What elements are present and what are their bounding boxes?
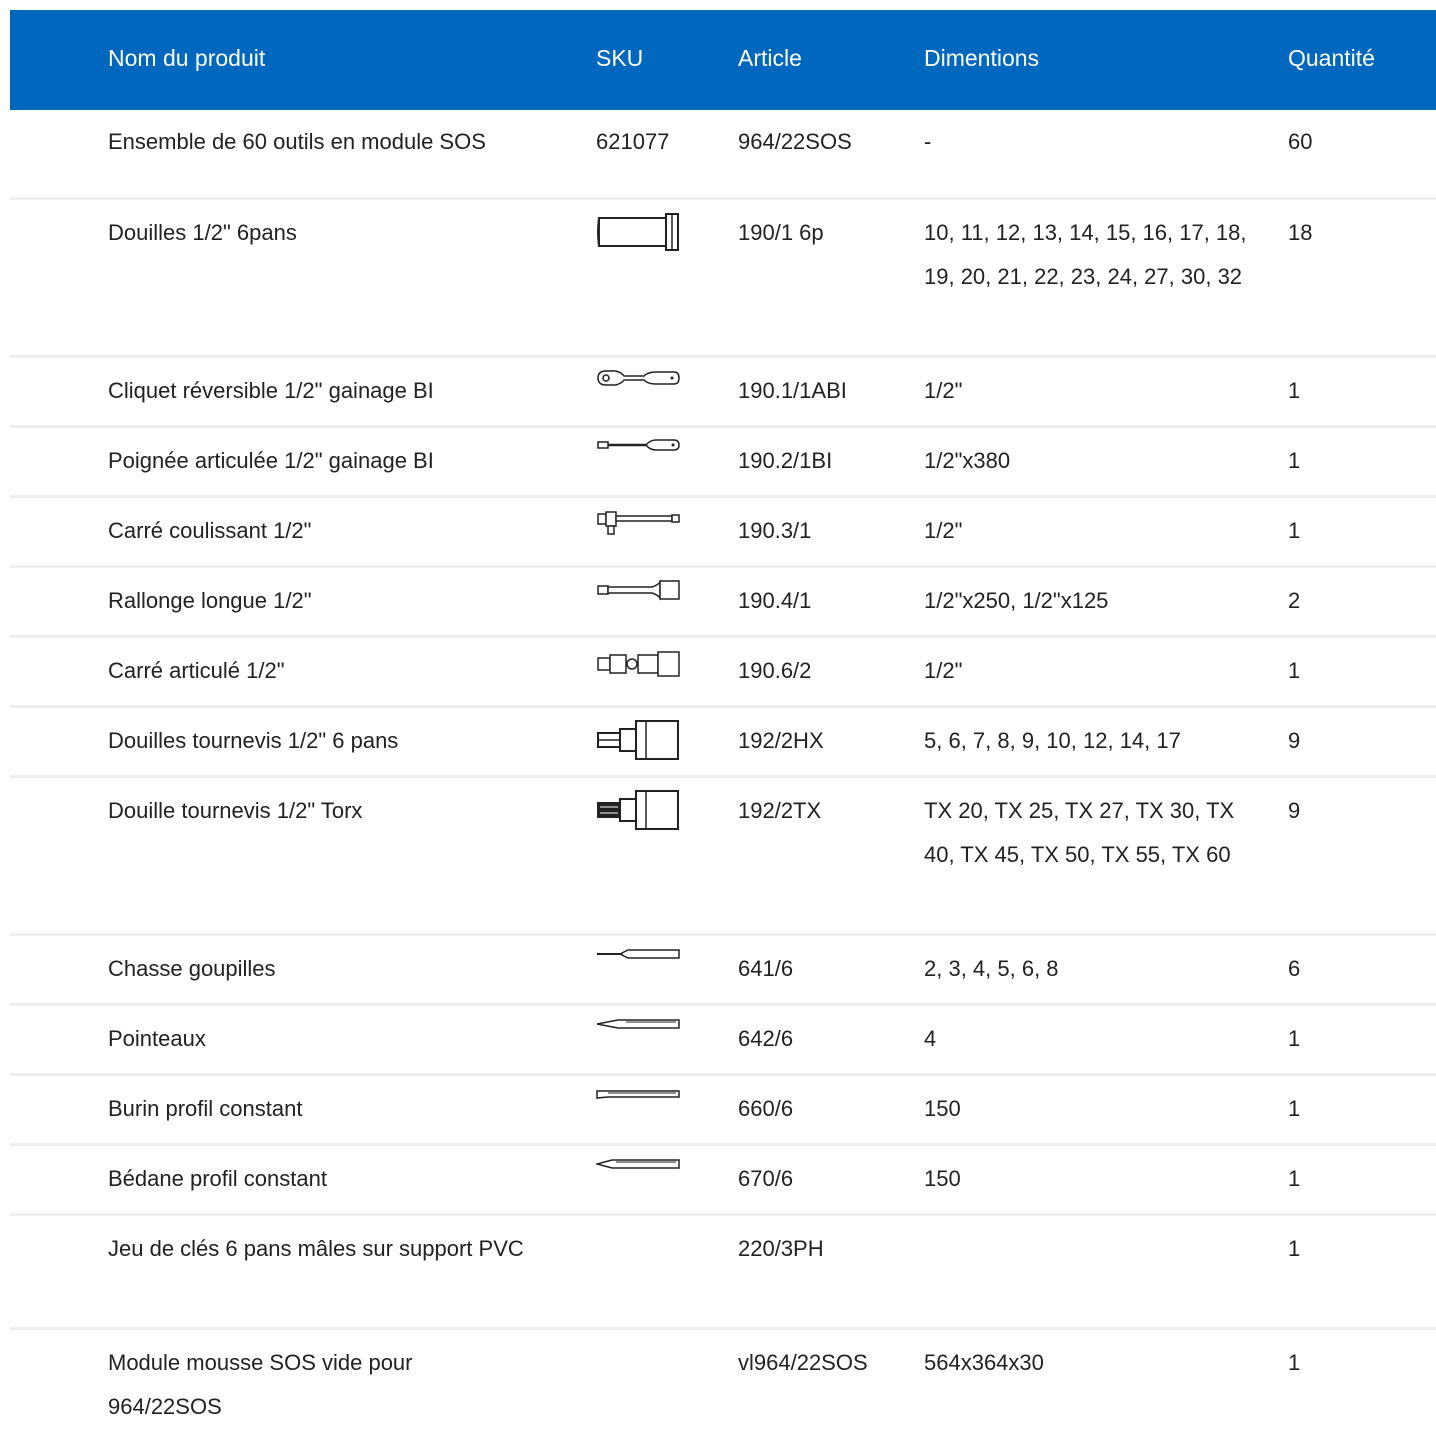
product-article: 192/2HX bbox=[738, 728, 824, 753]
table-header: Nom du produit SKU Article Dimentions Qu… bbox=[10, 10, 1436, 110]
product-quantity: 6 bbox=[1288, 956, 1301, 981]
product-article: 964/22SOS bbox=[738, 129, 852, 154]
product-quantity: 1 bbox=[1288, 1096, 1301, 1121]
header-name: Nom du produit bbox=[108, 45, 266, 71]
table-row: Douilles tournevis 1/2" 6 pans 192/2HX 5… bbox=[10, 708, 1436, 778]
product-article: 190/1 6p bbox=[738, 220, 824, 245]
table-row: Rallonge longue 1/2" 190.4/1 1/2"x250, 1… bbox=[10, 568, 1436, 638]
product-article: 660/6 bbox=[738, 1096, 794, 1121]
center-punch-icon bbox=[596, 1017, 680, 1031]
product-dimensions: - bbox=[924, 129, 932, 154]
product-sku: 621077 bbox=[596, 129, 670, 154]
socket-icon bbox=[596, 212, 680, 252]
table-row: Bédane profil constant 670/6 150 1 bbox=[10, 1146, 1436, 1216]
product-name: Douille tournevis 1/2" Torx bbox=[108, 798, 363, 823]
product-name: Douilles 1/2" 6pans bbox=[108, 220, 297, 245]
product-name: Jeu de clés 6 pans mâles sur support PVC bbox=[108, 1236, 524, 1261]
product-name: Carré articulé 1/2" bbox=[108, 658, 285, 683]
table-row: Cliquet réversible 1/2" gainage BI 190.1… bbox=[10, 358, 1436, 428]
product-table: Nom du produit SKU Article Dimentions Qu… bbox=[10, 10, 1436, 1440]
product-dimensions: 1/2"x250, 1/2"x125 bbox=[924, 588, 1109, 613]
product-name: Ensemble de 60 outils en module SOS bbox=[108, 129, 486, 154]
breaker-bar-icon bbox=[596, 438, 680, 452]
table-row: Douilles 1/2" 6pans 190/1 6p 10, 11, 12,… bbox=[10, 200, 1436, 358]
product-dimensions: 150 bbox=[924, 1096, 961, 1121]
product-quantity: 9 bbox=[1288, 798, 1301, 823]
product-name: Bédane profil constant bbox=[108, 1166, 327, 1191]
product-article: 190.1/1ABI bbox=[738, 378, 847, 403]
product-quantity: 1 bbox=[1288, 448, 1301, 473]
extension-bar-icon bbox=[596, 579, 680, 601]
product-name: Rallonge longue 1/2" bbox=[108, 588, 312, 613]
product-quantity: 1 bbox=[1288, 378, 1301, 403]
table-row: Ensemble de 60 outils en module SOS 6210… bbox=[10, 110, 1436, 200]
product-name: Douilles tournevis 1/2" 6 pans bbox=[108, 728, 399, 753]
product-article: 641/6 bbox=[738, 956, 794, 981]
product-quantity: 1 bbox=[1288, 1350, 1301, 1375]
product-dimensions: 564x364x30 bbox=[924, 1350, 1044, 1375]
product-quantity: 1 bbox=[1288, 1166, 1301, 1191]
product-quantity: 1 bbox=[1288, 658, 1301, 683]
product-quantity: 18 bbox=[1288, 220, 1313, 245]
product-article: 190.2/1BI bbox=[738, 448, 833, 473]
table-row: Burin profil constant 660/6 150 1 bbox=[10, 1076, 1436, 1146]
product-name: Pointeaux bbox=[108, 1026, 206, 1051]
universal-joint-icon bbox=[596, 650, 680, 680]
torx-bit-socket-icon bbox=[596, 789, 680, 831]
product-dimensions: 150 bbox=[924, 1166, 961, 1191]
header-quantity: Quantité bbox=[1288, 45, 1375, 71]
cape-chisel-icon bbox=[596, 1157, 680, 1171]
table-row: Carré coulissant 1/2" 190.3/1 1/2" 1 bbox=[10, 498, 1436, 568]
product-name: Module mousse SOS vide pour 964/22SOS bbox=[108, 1350, 413, 1419]
product-dimensions: 4 bbox=[924, 1026, 937, 1051]
product-quantity: 1 bbox=[1288, 518, 1301, 543]
pin-punch-icon bbox=[596, 947, 680, 961]
sliding-t-bar-icon bbox=[596, 510, 680, 538]
product-name: Burin profil constant bbox=[108, 1096, 303, 1121]
table-row: Poignée articulée 1/2" gainage BI 190.2/… bbox=[10, 428, 1436, 498]
table-row: Douille tournevis 1/2" Torx 192/2TX TX 2… bbox=[10, 778, 1436, 936]
product-name: Cliquet réversible 1/2" gainage BI bbox=[108, 378, 434, 403]
product-name: Poignée articulée 1/2" gainage BI bbox=[108, 448, 434, 473]
product-quantity: 60 bbox=[1288, 129, 1313, 154]
product-article: 190.4/1 bbox=[738, 588, 812, 613]
product-quantity: 9 bbox=[1288, 728, 1301, 753]
product-dimensions: TX 20, TX 25, TX 27, TX 30, TX 40, TX 45… bbox=[924, 798, 1235, 867]
product-dimensions: 1/2" bbox=[924, 518, 963, 543]
product-article: 220/3PH bbox=[738, 1236, 824, 1261]
ratchet-icon bbox=[596, 368, 680, 388]
product-dimensions: 10, 11, 12, 13, 14, 15, 16, 17, 18, 19, … bbox=[924, 220, 1247, 289]
product-quantity: 2 bbox=[1288, 588, 1301, 613]
product-dimensions: 1/2" bbox=[924, 378, 963, 403]
product-name: Carré coulissant 1/2" bbox=[108, 518, 312, 543]
product-article: vl964/22SOS bbox=[738, 1350, 868, 1375]
product-name: Chasse goupilles bbox=[108, 956, 276, 981]
table-row: Module mousse SOS vide pour 964/22SOS vl… bbox=[10, 1330, 1436, 1440]
product-quantity: 1 bbox=[1288, 1026, 1301, 1051]
table-row: Chasse goupilles 641/6 2, 3, 4, 5, 6, 8 … bbox=[10, 936, 1436, 1006]
product-dimensions: 5, 6, 7, 8, 9, 10, 12, 14, 17 bbox=[924, 728, 1181, 753]
flat-chisel-icon bbox=[596, 1087, 680, 1101]
product-article: 192/2TX bbox=[738, 798, 822, 823]
product-dimensions: 2, 3, 4, 5, 6, 8 bbox=[924, 956, 1059, 981]
product-article: 670/6 bbox=[738, 1166, 794, 1191]
header-dimensions: Dimentions bbox=[924, 45, 1040, 71]
table-row: Pointeaux 642/6 4 1 bbox=[10, 1006, 1436, 1076]
table-row: Jeu de clés 6 pans mâles sur support PVC… bbox=[10, 1216, 1436, 1330]
product-quantity: 1 bbox=[1288, 1236, 1301, 1261]
product-dimensions: 1/2" bbox=[924, 658, 963, 683]
hex-bit-socket-icon bbox=[596, 719, 680, 761]
header-sku: SKU bbox=[596, 45, 644, 71]
header-article: Article bbox=[738, 45, 802, 71]
product-dimensions: 1/2"x380 bbox=[924, 448, 1011, 473]
table-row: Carré articulé 1/2" 190.6/2 1/2" 1 bbox=[10, 638, 1436, 708]
product-article: 642/6 bbox=[738, 1026, 794, 1051]
product-article: 190.3/1 bbox=[738, 518, 812, 543]
product-article: 190.6/2 bbox=[738, 658, 812, 683]
